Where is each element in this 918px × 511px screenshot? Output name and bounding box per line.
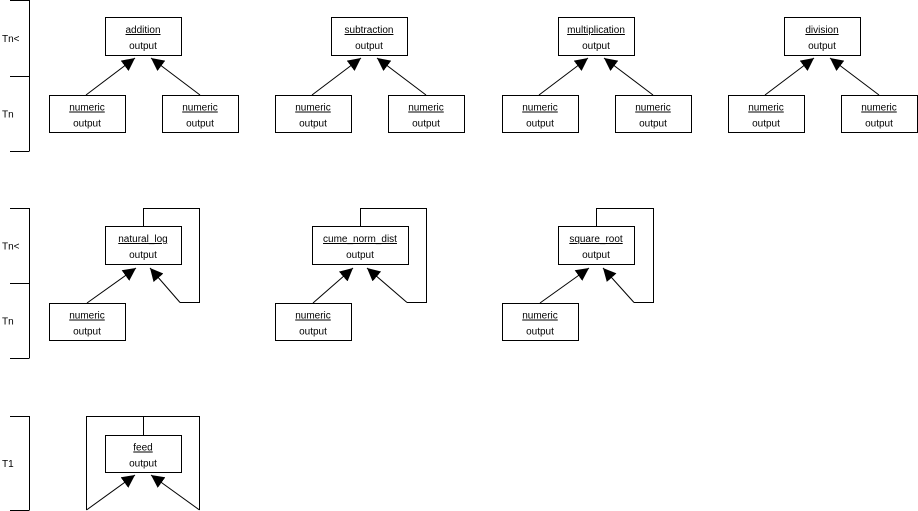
diagram-cume_norm_dist: cume_norm_distoutputnumericoutput bbox=[275, 208, 427, 341]
diagram-feed: feed output bbox=[86, 416, 200, 511]
level-bracket: Tn< Tn bbox=[2, 0, 30, 152]
diagram-square_root: square_rootoutputnumericoutput bbox=[502, 208, 654, 341]
input-node-type-label: numeric bbox=[522, 311, 558, 322]
input-arrow bbox=[86, 267, 137, 304]
operator-node-type-label: natural_log bbox=[118, 234, 167, 245]
input-arrow bbox=[150, 57, 201, 96]
input-arrow bbox=[603, 57, 654, 96]
input-node-output-label: output bbox=[299, 119, 327, 130]
input-arrow bbox=[311, 57, 362, 96]
input-arrow bbox=[538, 57, 589, 96]
input-node-output-label: output bbox=[73, 119, 101, 130]
input-node: numeric output bbox=[49, 303, 126, 341]
input-node: numeric output bbox=[275, 95, 352, 133]
input-node-type-label: numeric bbox=[295, 311, 331, 322]
level-label: Tn bbox=[2, 317, 14, 328]
operator-node: square_rootoutput bbox=[558, 226, 635, 265]
self-loop-arrow bbox=[366, 267, 408, 303]
level-bracket: T1 bbox=[2, 416, 30, 511]
operator-node: addition output bbox=[105, 17, 182, 56]
input-node-output-label: output bbox=[412, 119, 440, 130]
operator-node-type-label: addition bbox=[125, 25, 160, 36]
diagram-multiplication: multiplicationoutputnumericoutputnumeric… bbox=[502, 17, 692, 133]
operator-node-type-label: cume_norm_dist bbox=[323, 234, 397, 245]
input-node: numeric output bbox=[728, 95, 805, 133]
input-node-type-label: numeric bbox=[69, 103, 105, 114]
input-node: numeric output bbox=[162, 95, 239, 133]
input-node-output-label: output bbox=[865, 119, 893, 130]
input-node-type-label: numeric bbox=[522, 103, 558, 114]
input-node-output-label: output bbox=[526, 327, 554, 338]
input-node-type-label: numeric bbox=[182, 103, 218, 114]
input-node: numeric output bbox=[615, 95, 692, 133]
self-loop-arrow bbox=[150, 474, 200, 511]
operator-node: natural_logoutput bbox=[105, 226, 182, 265]
operator-node-type-label: square_root bbox=[569, 234, 623, 245]
input-node-output-label: output bbox=[752, 119, 780, 130]
level-bracket: Tn< Tn bbox=[2, 208, 30, 359]
diagram-natural_log: natural_logoutputnumericoutput bbox=[49, 208, 200, 341]
diagram-addition: addition output numeric output numeric output bbox=[49, 17, 239, 133]
operator-node-output-label: output bbox=[582, 41, 610, 52]
operator-node-output-label: output bbox=[129, 459, 157, 470]
diagram-division: division output numeric output numeric output bbox=[728, 17, 918, 133]
operator-node: subtraction output bbox=[331, 17, 408, 56]
diagram-subtraction: subtraction output numeric output numeric out… bbox=[275, 17, 465, 133]
operator-node-type-label: subtraction bbox=[345, 25, 394, 36]
input-node-type-label: numeric bbox=[69, 311, 105, 322]
input-arrow bbox=[539, 267, 590, 304]
input-arrow bbox=[829, 57, 880, 96]
operator-node-type-label: division bbox=[805, 25, 838, 36]
input-node: numeric output bbox=[502, 95, 579, 133]
operator-node-output-label: output bbox=[346, 250, 374, 261]
input-node: numeric output bbox=[49, 95, 126, 133]
operator-node-output-label: output bbox=[355, 41, 383, 52]
operator-node: division output bbox=[784, 17, 861, 56]
operator-node: multiplication output bbox=[558, 17, 635, 56]
input-arrow bbox=[764, 57, 815, 96]
level-label: Tn< bbox=[2, 242, 20, 253]
self-loop-arrow bbox=[149, 267, 181, 303]
self-loop-arrow bbox=[86, 474, 136, 511]
input-node: numeric output bbox=[841, 95, 918, 133]
operator-node-output-label: output bbox=[808, 41, 836, 52]
level-label: Tn< bbox=[2, 34, 20, 45]
operator-node: cume_norm_distoutput bbox=[312, 226, 409, 265]
level-label: Tn bbox=[2, 110, 14, 121]
operator-node: feed output bbox=[105, 435, 182, 473]
input-node-output-label: output bbox=[526, 119, 554, 130]
input-node: numeric output bbox=[275, 303, 352, 341]
input-node-type-label: numeric bbox=[295, 103, 331, 114]
operator-node-type-label: feed bbox=[133, 443, 152, 454]
input-node-output-label: output bbox=[186, 119, 214, 130]
type-hierarchy-diagram: Tn< Tn addition output numeric output numeric o… bbox=[2, 0, 918, 511]
input-node-type-label: numeric bbox=[635, 103, 671, 114]
input-arrow bbox=[376, 57, 427, 96]
input-node-type-label: numeric bbox=[861, 103, 897, 114]
input-node-output-label: output bbox=[299, 327, 327, 338]
self-loop-arrow bbox=[602, 267, 635, 303]
operator-node-type-label: multiplication bbox=[567, 25, 625, 36]
input-node-output-label: output bbox=[639, 119, 667, 130]
input-arrow bbox=[85, 57, 136, 96]
level-label: T1 bbox=[2, 459, 14, 470]
input-node-type-label: numeric bbox=[748, 103, 784, 114]
input-arrow bbox=[312, 267, 354, 304]
input-node: numeric output bbox=[502, 303, 579, 341]
operator-node-output-label: output bbox=[129, 250, 157, 261]
operator-node-output-label: output bbox=[582, 250, 610, 261]
input-node-output-label: output bbox=[73, 327, 101, 338]
operator-node-output-label: output bbox=[129, 41, 157, 52]
input-node: numeric output bbox=[388, 95, 465, 133]
input-node-type-label: numeric bbox=[408, 103, 444, 114]
